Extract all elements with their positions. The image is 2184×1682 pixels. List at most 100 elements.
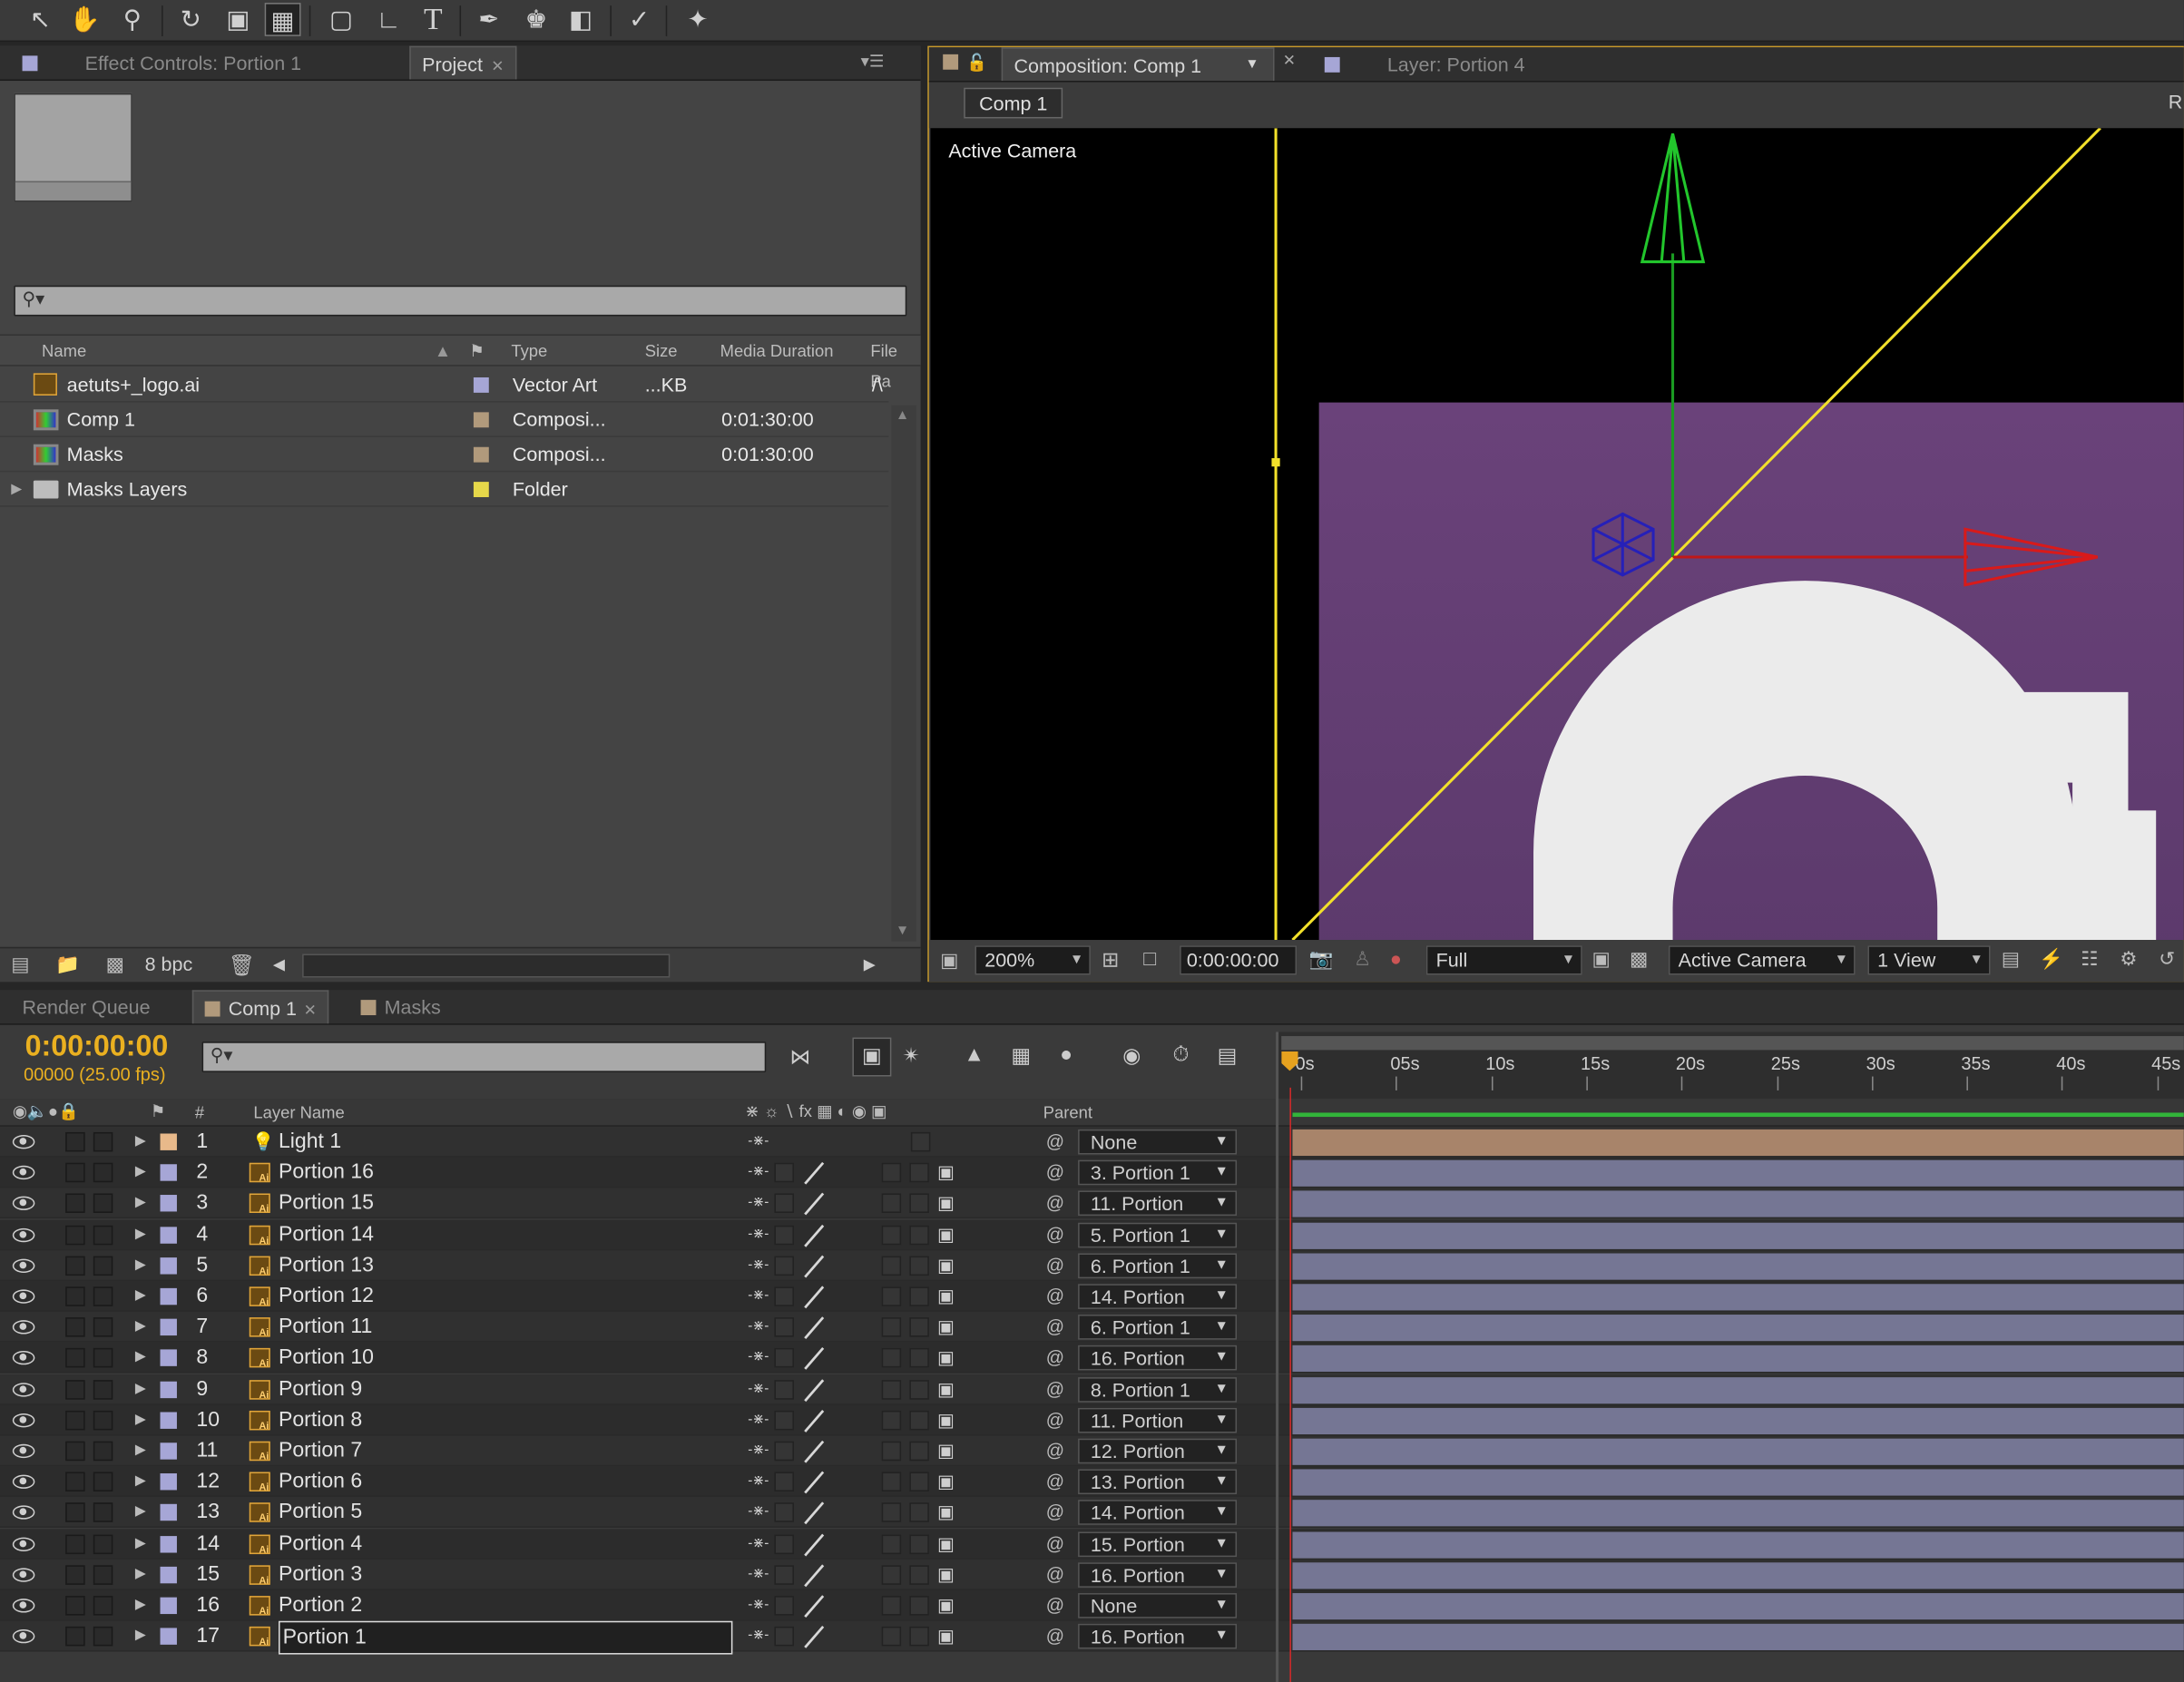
layer-name[interactable]: Portion 13 [279,1250,374,1281]
quality-slash-icon[interactable] [802,1501,826,1526]
collapse-switch[interactable] [774,1348,794,1368]
visibility-eye-icon[interactable] [12,1166,35,1180]
expand-layer-arrow-icon[interactable]: ▶ [135,1498,146,1529]
expand-layer-arrow-icon[interactable]: ▶ [135,1621,146,1652]
visibility-eye-icon[interactable] [12,1320,35,1335]
motion-blur-switch[interactable] [881,1317,902,1337]
pen-tool-icon[interactable]: ∟ [370,3,406,36]
layer-duration-bar[interactable] [1292,1438,2184,1465]
label-color-swatch[interactable] [473,412,489,428]
column-layer-name[interactable]: Layer Name [253,1103,344,1122]
quality-slash-icon[interactable] [802,1376,826,1402]
shy-switch-icon[interactable]: -⋇- [748,1343,769,1374]
parent-select[interactable]: 6. Portion 1 ▼ [1078,1315,1238,1340]
motion-blur-switch[interactable] [881,1410,902,1431]
label-color-swatch[interactable] [473,446,489,463]
pick-whip-icon[interactable]: @ [1046,1158,1064,1188]
timeline-layer-row[interactable]: ▶ 8 Portion 10 -⋇- ▣ @16. Portion ▼ [0,1343,2184,1374]
pick-whip-icon[interactable]: @ [1046,1621,1064,1652]
work-area-bar[interactable] [1281,1036,2184,1051]
layer-duration-bar[interactable] [1292,1222,2184,1249]
pick-whip-icon[interactable]: @ [1046,1467,1064,1498]
visibility-eye-icon[interactable] [12,1568,35,1582]
motion-blur-switch[interactable] [881,1194,902,1214]
expand-layer-arrow-icon[interactable]: ▶ [135,1560,146,1590]
shy-switch-icon[interactable]: -⋇- [748,1590,769,1621]
timeline-layer-row[interactable]: ▶ 7 Portion 11 -⋇- ▣ @6. Portion 1 ▼ [0,1312,2184,1344]
snapshot-camera-icon[interactable]: 📷 [1309,947,1334,971]
region-icon[interactable]: ▣ [1592,947,1611,971]
timeline-layer-row[interactable]: ▶ 14 Portion 4 -⋇- ▣ @15. Portion ▼ [0,1528,2184,1560]
adjustment-switch[interactable] [909,1472,929,1492]
selection-tool-icon[interactable]: ↖ [23,3,59,36]
timeline-layer-row[interactable]: ▶ 15 Portion 3 -⋇- ▣ @16. Portion ▼ [0,1559,2184,1590]
column-size[interactable]: Size [645,336,678,367]
timeline-layer-row[interactable]: ▶ 3 Portion 15 -⋇- ▣ @11. Portion ▼ [0,1188,2184,1219]
adjustment-switch[interactable] [909,1286,929,1306]
adjustment-switch[interactable] [910,1131,931,1152]
lock-switch[interactable] [93,1163,113,1183]
layer-name[interactable]: Portion 15 [279,1188,374,1219]
motion-blur-switch[interactable] [881,1596,902,1616]
shy-switch-icon[interactable]: -⋇- [748,1250,769,1281]
layer-name[interactable]: Portion 9 [279,1374,362,1404]
layer-duration-bar[interactable] [1292,1530,2184,1559]
fast-previews-icon[interactable]: ⚡ [2039,947,2063,971]
parent-select[interactable]: 12. Portion ▼ [1078,1438,1238,1464]
type-tool-icon[interactable]: T [415,2,451,36]
pick-whip-icon[interactable]: @ [1046,1127,1064,1158]
frame-blending-icon[interactable]: ▦ [1011,1043,1031,1068]
layer-duration-bar[interactable] [1292,1469,2184,1496]
motion-blur-switch[interactable] [881,1256,902,1276]
expand-layer-arrow-icon[interactable]: ▶ [135,1312,146,1343]
lock-switch[interactable] [93,1533,113,1554]
expand-layer-arrow-icon[interactable]: ▶ [135,1188,146,1219]
shy-switch-icon[interactable]: -⋇- [748,1188,769,1219]
adjustment-switch[interactable] [909,1225,929,1245]
graph-editor-icon[interactable]: ▤ [1218,1043,1238,1068]
timeline-layer-row[interactable]: ▶ 10 Portion 8 -⋇- ▣ @11. Portion ▼ [0,1404,2184,1436]
zoom-select[interactable]: 200% ▼ [974,945,1091,975]
expand-layer-arrow-icon[interactable]: ▶ [135,1219,146,1250]
interpret-footage-icon[interactable]: ▤ [11,953,29,976]
collapse-switch[interactable] [774,1627,794,1647]
parent-select[interactable]: 3. Portion 1 ▼ [1078,1159,1238,1186]
expand-layer-arrow-icon[interactable]: ▶ [135,1374,146,1404]
adjustment-switch[interactable] [909,1565,929,1585]
column-parent[interactable]: Parent [1043,1103,1092,1122]
quality-slash-icon[interactable] [802,1408,826,1433]
solo-switch[interactable] [65,1596,85,1616]
collapse-switch[interactable] [774,1410,794,1431]
project-item[interactable]: Comp 1 Composi... 0:01:30:00 [0,403,889,437]
layer-name[interactable]: Portion 14 [279,1219,374,1250]
quality-slash-icon[interactable] [802,1593,826,1618]
adjustment-switch[interactable] [909,1596,929,1616]
solo-switch[interactable] [65,1194,85,1214]
timeline-search-input[interactable]: ⚲▾ [201,1041,767,1072]
pick-whip-icon[interactable]: @ [1046,1219,1064,1250]
tab-render-queue[interactable]: Render Queue [23,990,151,1023]
x-axis-arrow-icon[interactable] [1964,527,2099,587]
visibility-eye-icon[interactable] [12,1474,35,1490]
layer-duration-bar[interactable] [1292,1345,2184,1373]
eraser-tool-icon[interactable]: ◧ [563,3,599,36]
expand-layer-arrow-icon[interactable]: ▶ [135,1590,146,1621]
layer-duration-bar[interactable] [1292,1191,2184,1218]
parent-select[interactable]: None ▼ [1078,1129,1238,1155]
y-axis-arrow-icon[interactable] [1640,133,1706,264]
pick-whip-icon[interactable]: @ [1046,1436,1064,1467]
motion-blur-switch[interactable] [881,1533,902,1554]
layer-name[interactable]: Portion 12 [279,1281,374,1312]
hide-shy-layers-icon[interactable]: ▲ [964,1043,984,1067]
zoom-tool-icon[interactable]: ⚲ [114,3,151,36]
project-item[interactable]: Masks Composi... 0:01:30:00 [0,437,889,473]
layer-name[interactable]: Portion 6 [279,1467,362,1498]
collapse-switch[interactable] [774,1317,794,1337]
motion-blur-switch[interactable] [881,1441,902,1462]
collapse-switch[interactable] [774,1256,794,1276]
quality-slash-icon[interactable] [802,1562,826,1588]
3d-layer-cube-icon[interactable]: ▣ [937,1471,955,1493]
visibility-eye-icon[interactable] [12,1443,35,1459]
pick-whip-icon[interactable]: @ [1046,1250,1064,1281]
composition-viewer[interactable]: Active Camera [930,128,2184,941]
